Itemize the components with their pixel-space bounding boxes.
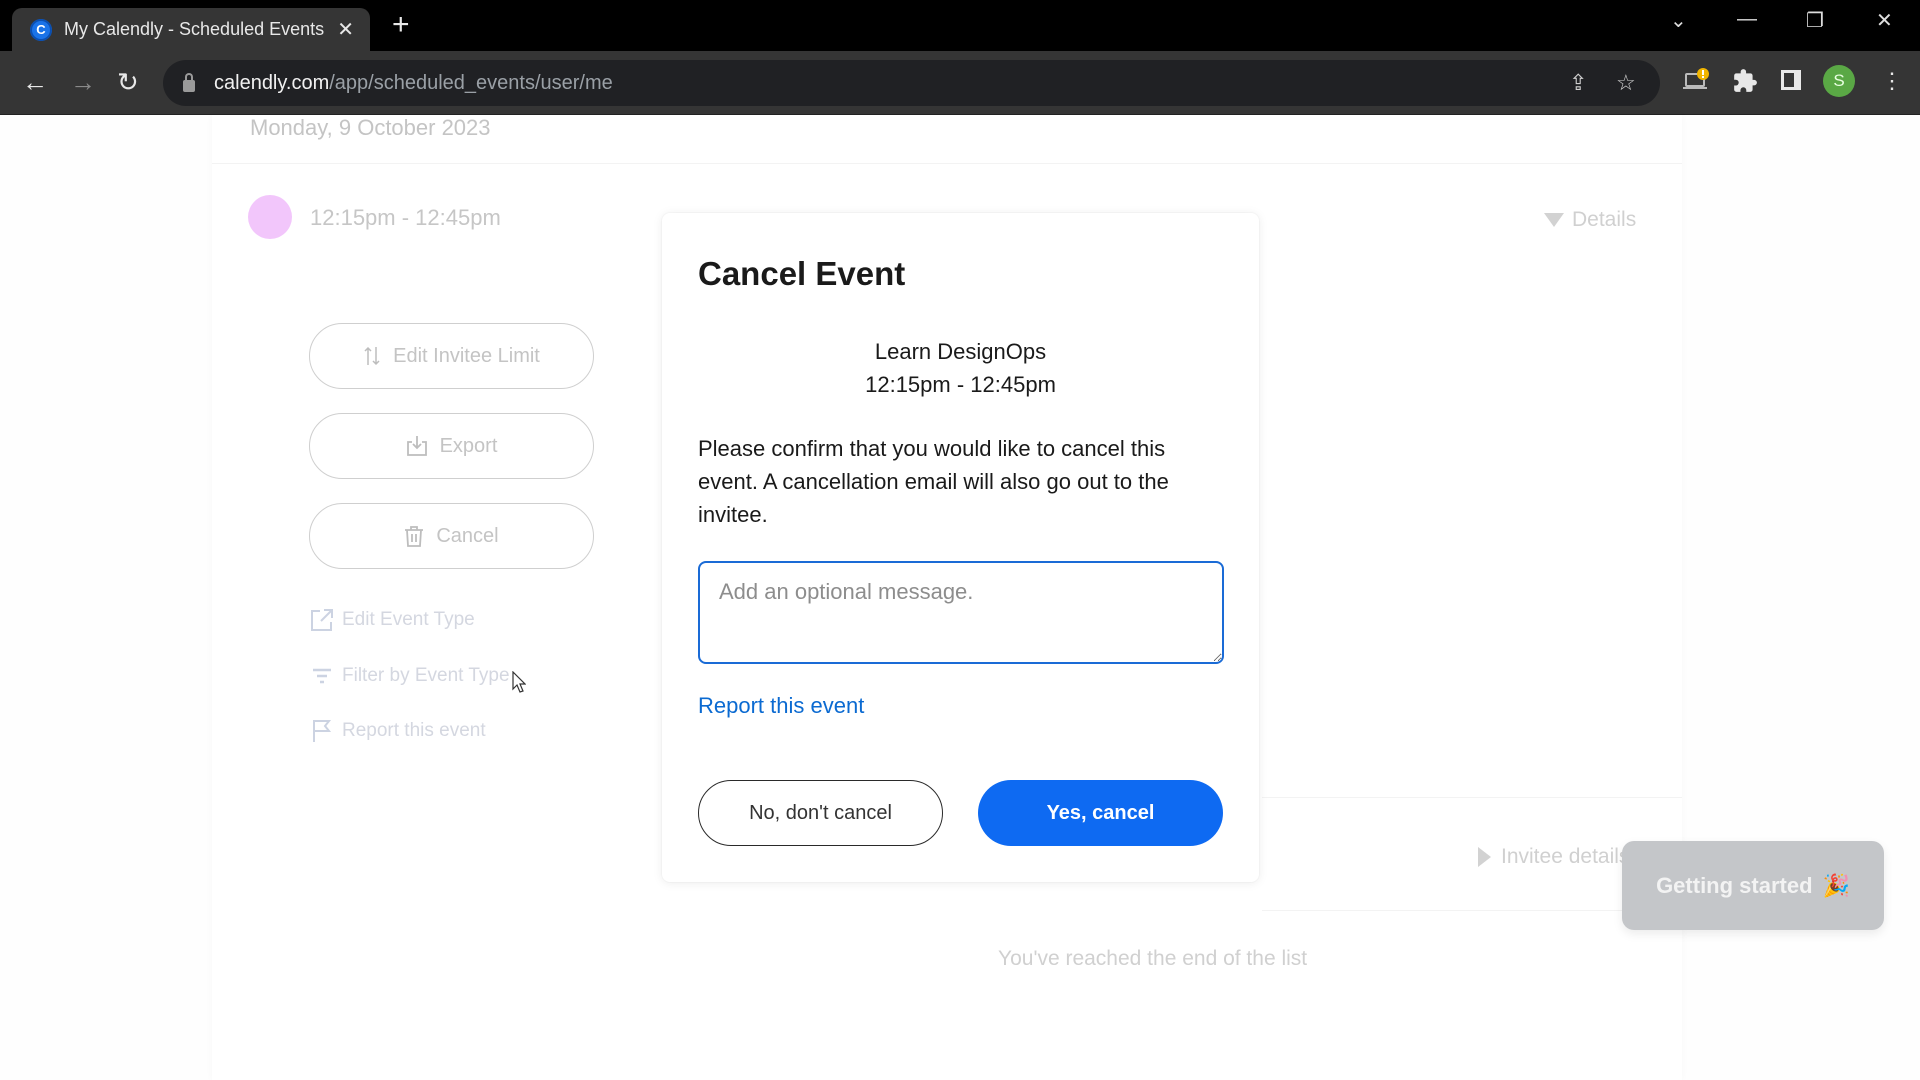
extension-alert-icon[interactable] — [1683, 68, 1711, 100]
caret-right-icon — [1478, 847, 1491, 867]
extensions-puzzle-icon[interactable] — [1732, 68, 1758, 100]
address-bar[interactable]: calendly.com/app/scheduled_events/user/m… — [163, 60, 1660, 106]
export-download-icon — [406, 436, 427, 456]
date-header: Monday, 9 October 2023 — [250, 115, 491, 140]
profile-avatar[interactable]: S — [1823, 65, 1855, 97]
modal-event-time: 12:15pm - 12:45pm — [865, 372, 1056, 397]
report-event-sidebar-label: Report this event — [342, 720, 486, 741]
browser-tab[interactable]: C My Calendly - Scheduled Events ✕ — [12, 8, 370, 51]
modal-title: Cancel Event — [698, 255, 906, 292]
event-time: 12:15pm - 12:45pm — [310, 205, 501, 230]
no-dont-cancel-button[interactable]: No, don't cancel — [698, 780, 943, 846]
filter-by-event-type-link[interactable]: Filter by Event Type — [310, 664, 510, 688]
end-of-list-message: You've reached the end of the list — [998, 947, 1308, 970]
modal-description: Please confirm that you would like to ca… — [698, 436, 1169, 527]
modal-event-name: Learn DesignOps — [874, 339, 1047, 364]
calendly-favicon-icon: C — [30, 18, 52, 41]
cancel-event-modal: Cancel Event Learn DesignOps 12:15pm - 1… — [662, 213, 1259, 882]
filter-icon — [313, 668, 331, 684]
divider — [1262, 797, 1682, 798]
url-text[interactable]: calendly.com/app/scheduled_events/user/m… — [214, 72, 613, 95]
export-button[interactable]: Export — [309, 413, 594, 479]
new-tab-button[interactable]: + — [392, 10, 410, 40]
filter-by-event-type-label: Filter by Event Type — [342, 665, 510, 686]
share-icon[interactable]: ⇪ — [1569, 70, 1587, 96]
party-popper-icon: 🎉 — [1822, 872, 1850, 898]
invitee-details-toggle[interactable]: Invitee details — [1478, 845, 1629, 869]
tab-title: My Calendly - Scheduled Events — [64, 19, 324, 39]
mouse-pointer-icon — [512, 670, 527, 698]
bookmark-star-icon[interactable]: ☆ — [1616, 70, 1636, 96]
details-toggle[interactable]: Details — [1544, 208, 1636, 232]
forward-icon[interactable]: → — [70, 67, 96, 97]
close-tab-icon[interactable]: ✕ — [337, 17, 354, 42]
export-label: Export — [439, 434, 498, 457]
reload-icon[interactable]: ↻ — [117, 67, 139, 97]
external-link-icon — [311, 609, 333, 631]
report-event-sidebar-link[interactable]: Report this event — [310, 719, 486, 743]
divider — [212, 163, 1682, 164]
cancel-event-button[interactable]: Cancel — [309, 503, 594, 569]
details-label: Details — [1572, 208, 1637, 231]
yes-cancel-button[interactable]: Yes, cancel — [978, 780, 1223, 846]
report-event-link[interactable]: Report this event — [698, 693, 864, 719]
trash-icon — [405, 526, 424, 547]
restore-window-icon[interactable]: ❐ — [1806, 8, 1824, 33]
caret-down-icon — [1544, 213, 1564, 227]
lock-icon[interactable] — [183, 72, 195, 92]
back-icon[interactable]: ← — [22, 67, 48, 97]
flag-icon — [313, 720, 332, 742]
browser-tab-strip: C My Calendly - Scheduled Events ✕ + ⌄ —… — [0, 0, 1920, 51]
minimize-icon[interactable]: — — [1737, 8, 1757, 31]
edit-invitee-limit-button[interactable]: Edit Invitee Limit — [309, 323, 594, 389]
sort-arrows-icon — [364, 346, 380, 366]
browser-toolbar: ← → ↻ calendly.com/app/scheduled_events/… — [0, 51, 1920, 115]
event-color-dot — [248, 195, 292, 239]
tab-search-icon[interactable]: ⌄ — [1670, 8, 1687, 33]
close-window-icon[interactable]: ✕ — [1876, 8, 1893, 33]
edit-event-type-link[interactable]: Edit Event Type — [310, 608, 475, 632]
side-panel-icon[interactable] — [1779, 68, 1803, 98]
optional-message-input[interactable] — [698, 561, 1224, 664]
edit-event-type-label: Edit Event Type — [342, 609, 475, 630]
getting-started-label: Getting started — [1656, 872, 1813, 898]
divider — [1262, 910, 1682, 911]
invitee-details-label: Invitee details — [1501, 845, 1630, 868]
getting-started-button[interactable]: Getting started 🎉 — [1622, 841, 1884, 930]
cancel-label: Cancel — [436, 524, 499, 547]
edit-invitee-limit-label: Edit Invitee Limit — [393, 344, 540, 367]
browser-menu-icon[interactable]: ⋮ — [1881, 68, 1903, 94]
